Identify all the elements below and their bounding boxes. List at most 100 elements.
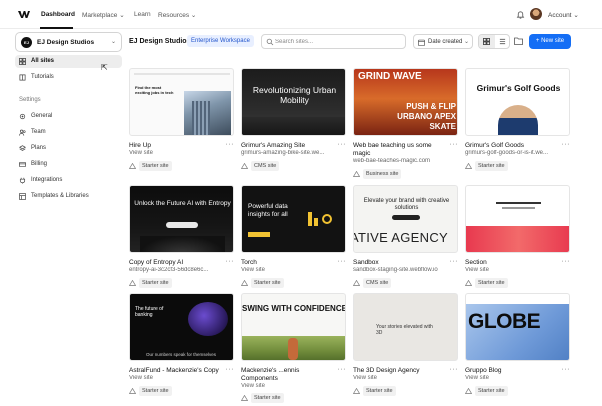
site-thumbnail[interactable]: Find the most exciting jobs in tech (129, 68, 234, 136)
thumb-hero-band (466, 226, 569, 252)
folder-icon[interactable] (514, 37, 523, 45)
site-url[interactable]: View site (129, 150, 229, 156)
site-url[interactable]: grimurs-amazing-bike-site.we... (241, 150, 341, 156)
site-name[interactable]: Sandbox (353, 259, 449, 267)
site-name[interactable]: Torch (241, 259, 337, 267)
site-name[interactable]: AstralFund - Mackenzie's Copy (129, 367, 225, 375)
site-url[interactable]: entropy-ai-3c2cf3-56dc8e6c... (129, 267, 229, 273)
site-name[interactable]: Grimur's Amazing Site (241, 142, 337, 150)
more-options-icon[interactable]: ··· (226, 258, 235, 265)
sort-dropdown[interactable]: Date created ⌄ (413, 34, 473, 49)
site-thumbnail[interactable]: Elevate your brand with creative solutio… (353, 185, 458, 253)
more-options-icon[interactable]: ··· (338, 258, 347, 265)
site-url[interactable]: View site (465, 267, 565, 273)
more-options-icon[interactable]: ··· (562, 258, 571, 265)
bell-icon[interactable] (516, 10, 525, 19)
account-menu[interactable]: Account ⌄ (548, 11, 579, 19)
grid-view-button[interactable] (479, 35, 495, 48)
nav-learn[interactable]: Learn (134, 11, 151, 18)
site-url[interactable]: sandbox-staging-site.webflow.io (353, 267, 453, 273)
thumb-heading: Unlock the Future AI with Entropy (134, 200, 231, 207)
more-options-icon[interactable]: ··· (450, 366, 459, 373)
site-url[interactable]: View site (241, 267, 341, 273)
more-options-icon[interactable]: ··· (338, 141, 347, 148)
webflow-logo-icon[interactable] (18, 9, 30, 19)
nav-resources[interactable]: Resources ⌄ (158, 11, 196, 19)
site-thumbnail[interactable]: GLOBE (465, 293, 570, 361)
more-options-icon[interactable]: ··· (562, 366, 571, 373)
book-icon (19, 74, 26, 81)
thumb-bar (308, 212, 312, 226)
sidebar-item-label: All sites (31, 58, 55, 64)
site-thumbnail[interactable]: SWING WITH CONFIDENCE (241, 293, 346, 361)
thumb-building-photo (184, 91, 231, 135)
site-name[interactable]: Section (465, 259, 561, 267)
site-url[interactable]: grimurs-golf-goods-or-is-it.we... (465, 150, 565, 156)
workspace-switcher[interactable]: EJ EJ Design Studios ⌄ (15, 32, 122, 52)
new-site-button[interactable]: + New site (529, 34, 571, 49)
sidebar-item-tutorials[interactable]: Tutorials (15, 71, 122, 84)
chevron-down-icon: ⌄ (463, 39, 469, 45)
site-type-icon (129, 388, 136, 394)
nav-active-indicator (40, 27, 73, 29)
site-thumbnail[interactable]: The future of banking Our numbers speak … (129, 293, 234, 361)
credit-card-icon (19, 161, 26, 168)
site-url[interactable]: View site (353, 375, 453, 381)
chevron-down-icon: ⌄ (573, 12, 579, 19)
sidebar-item-label: General (31, 113, 53, 119)
more-options-icon[interactable]: ··· (450, 258, 459, 265)
thumb-heading: Powerful data insights for all (248, 203, 288, 218)
grid-icon (19, 58, 26, 65)
thumb-hero-image (242, 117, 345, 135)
site-thumbnail[interactable] (465, 185, 570, 253)
site-name[interactable]: Web bae teaching us some magic (353, 142, 449, 158)
more-options-icon[interactable]: ··· (338, 366, 347, 373)
sidebar-item-team[interactable]: Team (15, 126, 122, 139)
site-thumbnail[interactable]: GRIND WAVE PUSH & FLIP URBANO APEX SKATE (353, 68, 458, 136)
site-url[interactable]: View site (129, 375, 229, 381)
team-icon (19, 129, 26, 136)
more-options-icon[interactable]: ··· (450, 141, 459, 148)
sidebar-item-billing[interactable]: Billing (15, 158, 122, 171)
chevron-down-icon: ⌄ (110, 39, 116, 45)
list-view-button[interactable] (495, 35, 509, 48)
more-options-icon[interactable]: ··· (226, 141, 235, 148)
site-plan-label: Starter site (363, 386, 396, 396)
site-thumbnail[interactable]: Grimur's Golf Goods (465, 68, 570, 136)
sidebar-item-general[interactable]: General (15, 110, 122, 123)
site-plan-label: CMS site (363, 278, 392, 288)
site-url[interactable]: web-bae-teaches-magic.com (353, 158, 453, 164)
chevron-down-icon: ⌄ (190, 12, 197, 19)
nav-marketplace[interactable]: Marketplace ⌄ (82, 11, 125, 19)
site-plan-label: Starter site (251, 393, 284, 403)
site-url[interactable]: View site (241, 383, 341, 389)
site-thumbnail[interactable]: Revolutionizing Urban Mobility (241, 68, 346, 136)
avatar[interactable] (530, 8, 542, 20)
workspace-plan-badge: Enterprise Workspace (187, 35, 254, 47)
grid-icon (483, 38, 490, 45)
search-input[interactable] (275, 37, 403, 47)
nav-dashboard[interactable]: Dashboard (41, 11, 75, 18)
site-name[interactable]: Gruppo Blog (465, 367, 561, 375)
site-thumbnail[interactable]: Unlock the Future AI with Entropy (129, 185, 234, 253)
site-thumbnail[interactable]: Powerful data insights for all (241, 185, 346, 253)
site-name[interactable]: Hire Up (129, 142, 225, 150)
site-name[interactable]: The 3D Design Agency (353, 367, 449, 375)
thumb-heading: Find the most exciting jobs in tech (135, 85, 174, 95)
sidebar-item-templates-libraries[interactable]: Templates & Libraries (15, 190, 122, 203)
site-type-icon (353, 171, 360, 177)
nav-marketplace-label: Marketplace (82, 12, 118, 19)
sidebar-item-integrations[interactable]: Integrations (15, 174, 122, 187)
list-icon (499, 38, 506, 45)
site-name[interactable]: Grimur's Golf Goods (465, 142, 561, 150)
more-options-icon[interactable]: ··· (226, 366, 235, 373)
site-url[interactable]: View site (465, 375, 565, 381)
search-field[interactable] (261, 34, 406, 49)
site-type-icon (353, 280, 360, 286)
thumb-heading: Elevate your brand with creative solutio… (363, 198, 450, 211)
more-options-icon[interactable]: ··· (562, 141, 571, 148)
sidebar-item-plans[interactable]: Plans (15, 142, 122, 155)
site-name[interactable]: Mackenzie's ...ennis Components (241, 367, 337, 383)
site-thumbnail[interactable]: Your stories elevated with 3D (353, 293, 458, 361)
site-name[interactable]: Copy of Entropy AI (129, 259, 225, 267)
